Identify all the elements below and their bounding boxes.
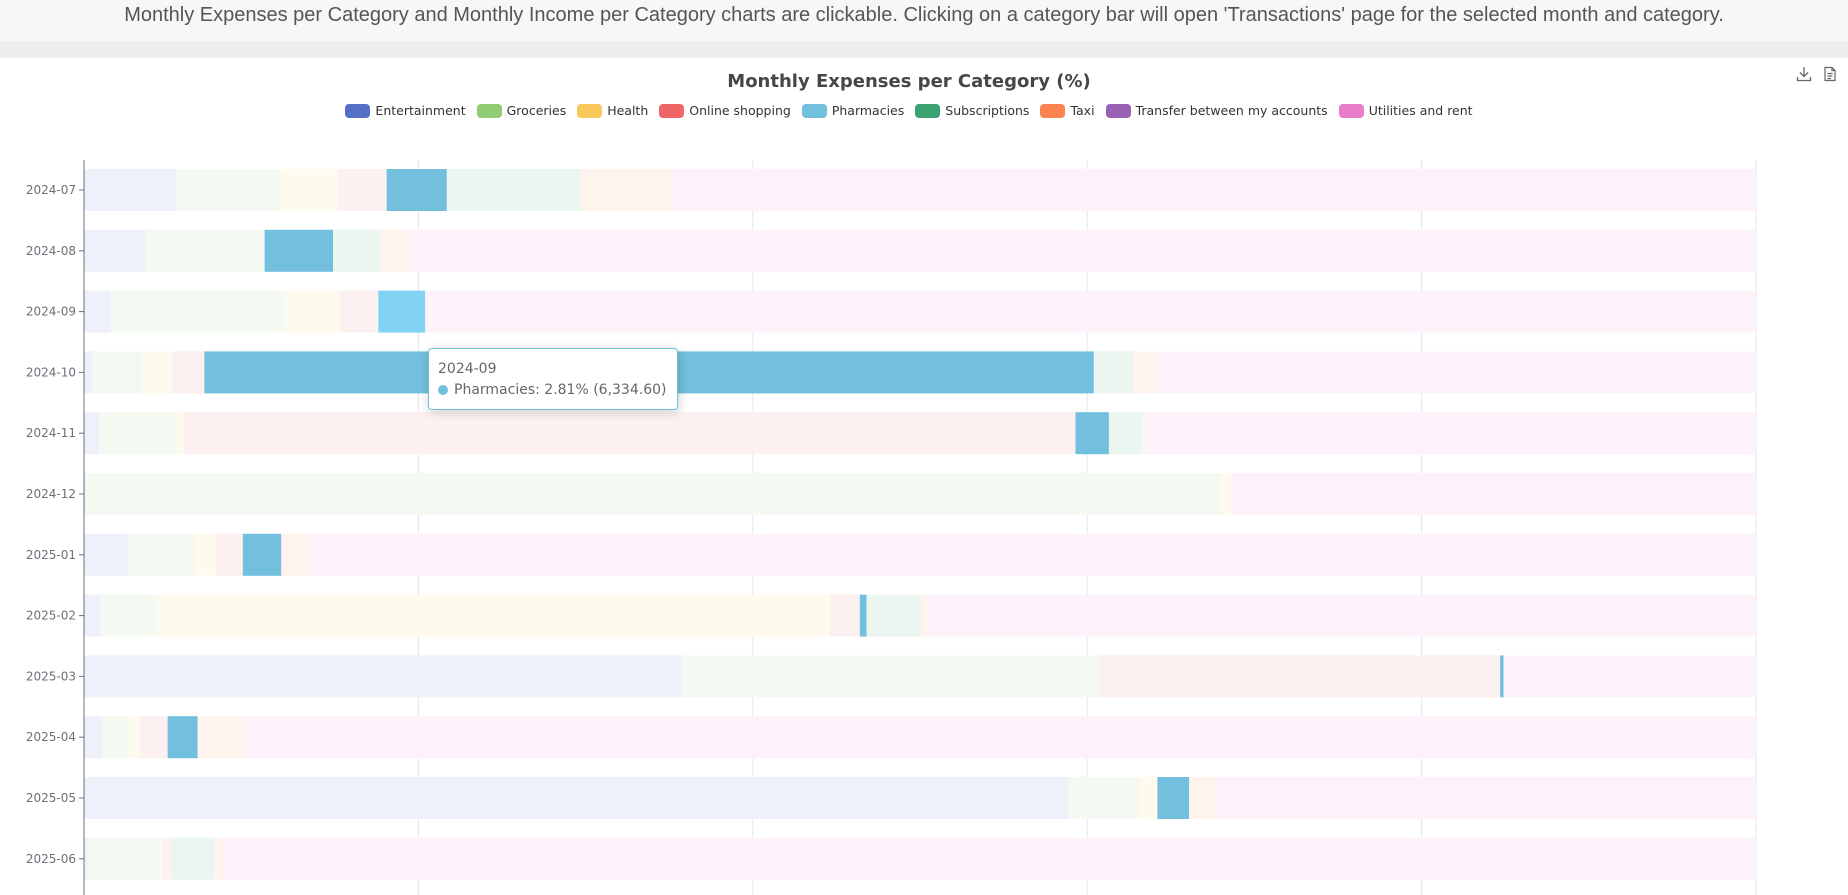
tooltip-row: Pharmacies: 2.81% (6,334.60)	[438, 380, 667, 400]
y-axis-tick-label: 2024-12	[26, 487, 76, 501]
tooltip-marker	[438, 385, 448, 395]
bar-segment	[87, 837, 161, 880]
y-axis-tick-label: 2025-03	[26, 669, 76, 683]
bar-segment	[281, 533, 307, 576]
bar-segment	[214, 837, 225, 880]
bar-segment	[425, 290, 1757, 333]
y-axis-tick-label: 2024-07	[26, 183, 76, 197]
bar-segment	[85, 473, 1221, 515]
y-axis-tick-label: 2024-09	[26, 305, 76, 319]
bar-segment	[1134, 351, 1160, 394]
bar-segment	[1157, 777, 1190, 819]
bar-segment	[172, 351, 205, 394]
bar-segment	[84, 533, 128, 576]
bar-segment	[244, 716, 1757, 759]
bar-segment	[167, 716, 198, 759]
tooltip-value: Pharmacies: 2.81% (6,334.60)	[454, 382, 667, 398]
bar-segment	[1500, 655, 1504, 698]
bar-segment	[1139, 777, 1158, 819]
bar-segment	[224, 837, 1756, 880]
bar-segment	[92, 351, 143, 394]
bar-segment	[866, 594, 922, 637]
bar-segment	[680, 655, 1099, 698]
y-axis-tick-label: 2025-02	[26, 609, 76, 623]
bar-segment	[100, 594, 158, 637]
bar-segment	[1230, 473, 1756, 515]
bar-segment	[84, 655, 681, 698]
bar-segment	[1098, 655, 1501, 698]
y-axis-tick-label: 2024-08	[26, 244, 76, 258]
bar-segment	[157, 594, 830, 637]
bar-segment	[197, 716, 245, 759]
bar-segment	[84, 837, 88, 880]
y-axis-tick-label: 2024-10	[26, 365, 76, 379]
bar-segment	[1159, 351, 1756, 394]
y-axis-tick-label: 2025-04	[26, 730, 76, 744]
bar-segment	[84, 412, 100, 455]
bar-segment	[84, 594, 101, 637]
bar-segment	[1220, 473, 1231, 515]
y-axis-tick-label: 2025-05	[26, 791, 76, 805]
bar-segment	[1108, 412, 1143, 455]
expenses-bar-chart: 2024-07 2024-08 2024-09 2024-10 2024-11 2024-…	[26, 160, 1757, 895]
bar-segment	[139, 716, 168, 759]
y-axis-tick-label: 2024-11	[26, 426, 76, 440]
bar-segment	[281, 169, 339, 211]
bar-segment	[160, 837, 163, 880]
bar-segment	[142, 351, 173, 394]
bar-segment	[381, 229, 412, 272]
bar-segment	[170, 837, 215, 880]
bar-segment	[1142, 412, 1756, 455]
bar-segment	[1093, 351, 1135, 394]
bar-segment	[386, 169, 447, 211]
bar-segment	[446, 169, 581, 211]
bar-segment	[84, 229, 146, 272]
bar-segment	[110, 290, 287, 333]
bar-segment	[194, 533, 217, 576]
bar-segment	[1503, 655, 1756, 698]
bar-segment	[411, 229, 1756, 272]
bar-segment	[175, 169, 282, 211]
bar-segment	[338, 169, 387, 211]
bar-segment	[306, 533, 1757, 576]
bar-segment	[928, 594, 1756, 637]
bar-segment	[84, 169, 176, 211]
bar-segment	[216, 533, 243, 576]
bar-segment	[84, 351, 93, 394]
bar-segment	[99, 412, 178, 455]
bar-segment	[145, 229, 265, 272]
bar-segment	[84, 777, 1069, 819]
bar-segment	[580, 169, 671, 211]
bar-segment	[670, 169, 1756, 211]
bar-segment	[829, 594, 860, 637]
bar-segment	[84, 716, 103, 759]
bar-segment	[378, 290, 426, 333]
y-axis-tick-label: 2025-01	[26, 548, 76, 562]
bar-segment	[184, 412, 1076, 455]
bar-segment	[859, 594, 867, 637]
tooltip-title: 2024-09	[438, 361, 497, 377]
bar-segment	[264, 229, 334, 272]
bar-segment	[127, 533, 195, 576]
y-axis-tick-label: 2025-06	[26, 852, 76, 866]
bar-segment	[286, 290, 340, 333]
bar-segment	[177, 412, 185, 455]
bar-segment	[921, 594, 929, 637]
bar-segment	[242, 533, 282, 576]
bar-segment	[129, 716, 140, 759]
bar-segment	[84, 290, 111, 333]
bar-segment	[1068, 777, 1140, 819]
bar-segment	[1189, 777, 1216, 819]
bar-segment	[1075, 412, 1109, 455]
bar-segment	[339, 290, 379, 333]
bar-segment	[333, 229, 382, 272]
chart-tooltip: 2024-09 Pharmacies: 2.81% (6,334.60)	[428, 348, 678, 410]
bar-segment	[1215, 777, 1756, 819]
bar-segment	[102, 716, 130, 759]
bar-segment	[162, 837, 171, 880]
